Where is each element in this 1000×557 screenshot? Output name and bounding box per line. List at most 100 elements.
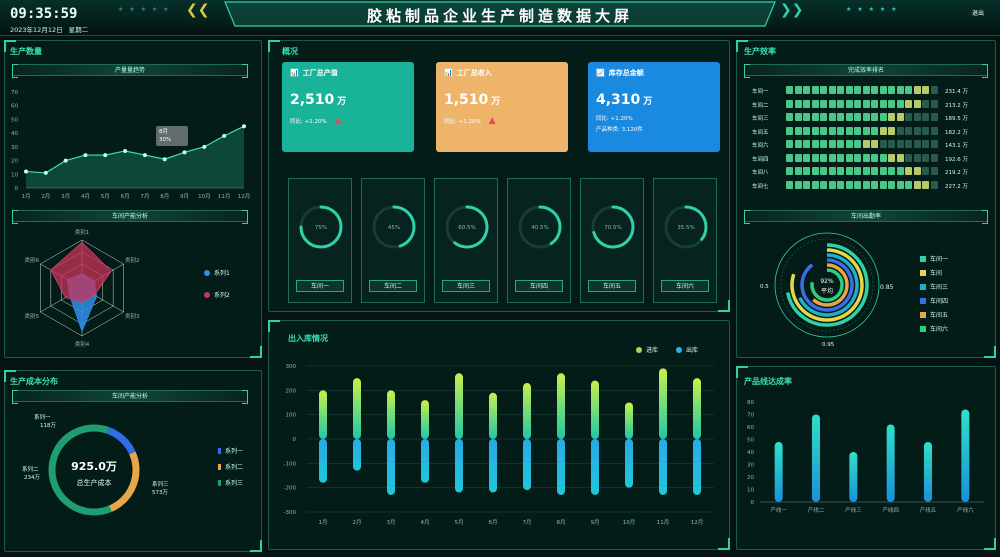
efficiency-cell: [811, 99, 819, 108]
gauge-ring: 35.5%: [664, 205, 708, 249]
card-inventory[interactable]: 📈 库存总金额 4,310 万 同比: +1.20% 产品种类: 3,120件: [588, 62, 720, 152]
gauge-ring: 45%: [372, 205, 416, 249]
rate-legend-item[interactable]: 车间三: [920, 282, 948, 291]
efficiency-cell: [794, 99, 802, 108]
bar-out: [319, 439, 327, 483]
efficiency-cell: [913, 99, 921, 108]
efficiency-row[interactable]: 车间八 219.2 万: [752, 167, 988, 177]
y-tick-label: 0: [751, 500, 755, 506]
rate-legend-item[interactable]: 车间一: [920, 254, 948, 263]
efficiency-cell: [811, 113, 819, 121]
y-tick-label: 10: [747, 488, 754, 494]
gauge-label[interactable]: 车间一: [296, 280, 344, 292]
exit-button[interactable]: 退出: [972, 8, 984, 17]
gauge-label[interactable]: 车间六: [661, 280, 709, 292]
card-output-title: 工厂总产值: [302, 69, 338, 77]
card-income-yoy: 同比: +1.20% ▲: [444, 116, 560, 126]
efficiency-cell: [879, 99, 887, 108]
efficiency-row[interactable]: 车间七 227.2 万: [752, 180, 988, 191]
efficiency-cell: [922, 126, 929, 135]
header-stars-right: ★ ★ ★ ★ ★: [846, 6, 899, 13]
efficiency-cell: [828, 99, 836, 108]
efficiency-row[interactable]: 车间二 213.2 万: [752, 99, 988, 110]
line-point: [83, 153, 88, 158]
radar-axis-label: 类别3: [125, 312, 140, 320]
card-income[interactable]: 📊 工厂总收入 1,510 万 同比: +1.20% ▲: [436, 62, 568, 152]
efficiency-cell: [888, 126, 895, 135]
efficiency-cell: [837, 126, 844, 135]
gauge-card[interactable]: 40.5% 车间四: [507, 178, 571, 303]
efficiency-cell: [820, 180, 827, 189]
gauge-label[interactable]: 车间二: [369, 280, 417, 292]
card-output-value[interactable]: 📊 工厂总产值 2,510 万 同比: +1.20% ▲: [282, 62, 414, 152]
rate-legend-item[interactable]: 车间六: [920, 324, 948, 333]
gauge-label[interactable]: 车间四: [515, 280, 563, 292]
cost-legend-1[interactable]: 系列一: [218, 446, 243, 455]
cost-legend-2[interactable]: 系列二: [218, 462, 243, 471]
efficiency-row[interactable]: 车间一 231.4 万: [752, 86, 988, 96]
rate-legend-item[interactable]: 车间四: [920, 296, 948, 305]
efficiency-row[interactable]: 车间三 189.5 万: [752, 113, 988, 123]
gauge-card[interactable]: 60.5% 车间三: [434, 178, 498, 303]
efficiency-cell: [854, 126, 861, 135]
efficiency-row[interactable]: 车间五 182.2 万: [752, 126, 988, 137]
efficiency-row-name: 车间八: [752, 170, 769, 176]
efficiency-row-value: 227.2 万: [945, 183, 968, 190]
x-tick-label: 2月: [41, 193, 50, 200]
yield-bar: [774, 442, 783, 502]
efficiency-cell: [871, 113, 878, 121]
efficiency-cell: [862, 140, 870, 148]
inout-legend-in[interactable]: 进库: [636, 345, 658, 354]
efficiency-row[interactable]: 车间四 192.6 万: [752, 153, 988, 164]
bar-chart-icon: 📊: [444, 69, 453, 77]
rate-center-label: 平均: [820, 288, 833, 295]
efficiency-cell: [820, 126, 827, 135]
production-line-chart: 0 10 20 30 40 50 60 70 1月 2月 3月 4月 5月 6月 7月 8月 9月 10月 11月 1…: [11, 90, 250, 200]
efficiency-cell: [930, 99, 938, 108]
efficiency-cell: [896, 180, 904, 189]
rate-legend-item[interactable]: 车间五: [920, 310, 948, 319]
cost-legend-3[interactable]: 系列三: [218, 478, 243, 487]
gauge-label[interactable]: 车间三: [442, 280, 490, 292]
radar-legend-1[interactable]: 系列1: [204, 268, 230, 277]
inout-legend-out[interactable]: 出库: [676, 345, 698, 354]
line-point: [182, 150, 187, 155]
card-income-title: 工厂总收入: [456, 69, 492, 77]
cost-seg-2-value: 234万: [24, 475, 40, 481]
efficiency-row[interactable]: 车间六 143.1 万: [752, 140, 988, 150]
gauge-ring: 70.5%: [591, 205, 635, 249]
rate-legend-item[interactable]: 车间: [920, 268, 942, 277]
efficiency-cell: [913, 113, 921, 121]
y-tick-label: 100: [286, 413, 297, 419]
x-tick-label: 6月: [121, 193, 130, 200]
card-title-row: 📈 库存总金额: [596, 68, 712, 78]
cost-seg-3-name: 系列三: [152, 482, 169, 488]
x-tick-label: 产线四: [882, 506, 899, 514]
efficiency-cell: [879, 126, 887, 135]
gauge-card[interactable]: 35.5% 车间六: [653, 178, 717, 303]
efficiency-cell: [879, 86, 887, 94]
gauge-percent: 35.5%: [677, 225, 694, 231]
efficiency-cell: [922, 153, 929, 162]
efficiency-cell: [888, 153, 895, 162]
x-tick-label: 5月: [455, 519, 464, 526]
radar-legend-2[interactable]: 系列2: [204, 290, 230, 299]
radial-arc: [800, 258, 854, 312]
y-tick-label: 30: [11, 145, 18, 151]
cost-legend-1-label: 系列一: [225, 448, 244, 455]
rate-legend-label: 车间五: [930, 312, 949, 319]
efficiency-cell: [922, 86, 929, 94]
cost-center-label: 总生产成本: [76, 479, 112, 487]
gauge-card[interactable]: 70.5% 车间五: [580, 178, 644, 303]
gauge-card[interactable]: 75% 车间一: [288, 178, 352, 303]
x-tick-label: 1月: [319, 519, 328, 526]
y-tick-label: 10: [11, 172, 18, 178]
gauge-label[interactable]: 车间五: [588, 280, 636, 292]
inout-legend-out-label: 出库: [686, 347, 699, 354]
tooltip-month: 8月: [159, 129, 168, 135]
bar-in: [625, 402, 633, 439]
efficiency-cell: [811, 153, 819, 162]
inout-title: 出入库情况: [288, 334, 328, 343]
gauge-card[interactable]: 45% 车间二: [361, 178, 425, 303]
yield-bar: [886, 424, 895, 502]
